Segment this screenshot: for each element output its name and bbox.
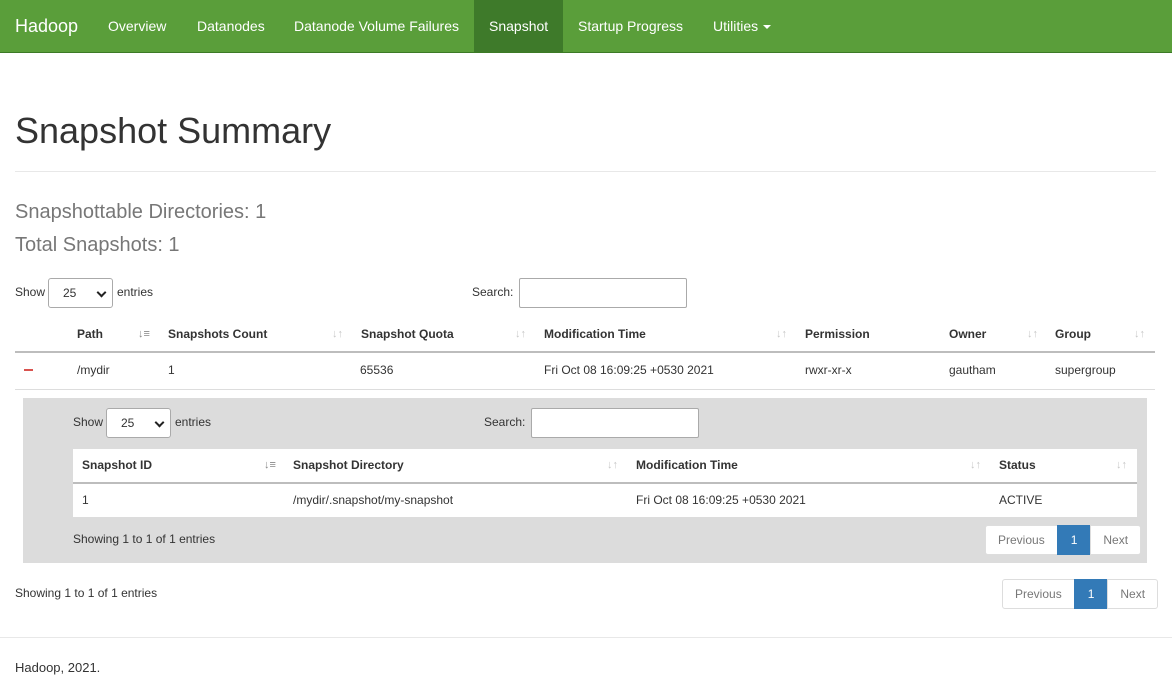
column-header-snapshots-count[interactable]: Snapshots Count: [168, 327, 267, 341]
cell-permission: rwxr-xr-x: [805, 363, 852, 377]
column-header-path[interactable]: Path: [77, 327, 103, 341]
top-navbar: Hadoop Overview Datanodes Datanode Volum…: [0, 0, 1172, 53]
title-divider: [15, 171, 1156, 172]
nav-datanode-volume-failures[interactable]: Datanode Volume Failures: [279, 0, 474, 52]
sort-icon[interactable]: ↓↑: [515, 327, 526, 341]
pagination: Previous 1 Next: [1002, 579, 1159, 609]
sort-ascending-icon[interactable]: ↓≡: [138, 327, 150, 341]
child-show-label: Show: [73, 415, 104, 429]
child-header-divider: [73, 482, 1137, 484]
child-page-size-value: 25: [121, 416, 135, 430]
next-button[interactable]: Next: [1107, 579, 1159, 609]
page-title: Snapshot Summary: [15, 110, 332, 151]
total-snapshots-count: Total Snapshots: 1: [15, 234, 180, 256]
nav-utilities-label: Utilities: [713, 18, 759, 34]
child-search-input[interactable]: [531, 408, 699, 438]
sort-icon[interactable]: ↓↑: [607, 458, 618, 472]
next-button[interactable]: Next: [1090, 525, 1142, 555]
entries-label: entries: [117, 285, 154, 299]
sort-icon[interactable]: ↓↑: [970, 458, 981, 472]
column-header-snapshot-quota[interactable]: Snapshot Quota: [361, 327, 454, 341]
cell-group: supergroup: [1055, 363, 1116, 377]
cell-snapshot-quota: 65536: [360, 363, 394, 377]
footer-divider: [0, 637, 1172, 638]
page-1-button[interactable]: 1: [1056, 525, 1092, 555]
column-header-child-modification-time[interactable]: Modification Time: [636, 458, 738, 472]
search-label: Search:: [472, 285, 514, 299]
child-pagination: Previous 1 Next: [985, 525, 1142, 555]
nav-datanodes[interactable]: Datanodes: [182, 0, 280, 52]
previous-button[interactable]: Previous: [1002, 579, 1075, 609]
page-size-value: 25: [63, 286, 77, 300]
cell-snapshot-directory: /mydir/.snapshot/my-snapshot: [293, 493, 454, 507]
previous-button[interactable]: Previous: [985, 525, 1058, 555]
column-header-modification-time[interactable]: Modification Time: [544, 327, 646, 341]
sort-icon[interactable]: ↓↑: [1116, 458, 1127, 472]
child-page-size-select[interactable]: 25: [106, 408, 171, 438]
column-header-snapshot-id[interactable]: Snapshot ID: [82, 458, 152, 472]
cell-child-modification-time: Fri Oct 08 16:09:25 +0530 2021: [636, 493, 806, 507]
sort-ascending-icon[interactable]: ↓≡: [264, 458, 276, 472]
cell-status: ACTIVE: [999, 493, 1043, 507]
column-header-status[interactable]: Status: [999, 458, 1036, 472]
cell-snapshot-id: 1: [82, 493, 89, 507]
nav-utilities[interactable]: Utilities: [698, 0, 786, 52]
chevron-down-icon: [96, 287, 107, 298]
child-entries-label: entries: [175, 415, 212, 429]
child-search-label: Search:: [484, 415, 526, 429]
snapshottable-directories-count: Snapshottable Directories: 1: [15, 201, 267, 223]
caret-down-icon: [763, 25, 772, 30]
nav-startup-progress[interactable]: Startup Progress: [563, 0, 698, 52]
cell-modification-time: Fri Oct 08 16:09:25 +0530 2021: [544, 363, 714, 377]
column-header-permission: Permission: [805, 327, 870, 341]
sort-icon[interactable]: ↓↑: [1134, 327, 1145, 341]
header-divider: [15, 351, 1155, 353]
brand-logo[interactable]: Hadoop: [15, 0, 78, 53]
child-table-info: Showing 1 to 1 of 1 entries: [73, 532, 216, 546]
cell-owner: gautham: [949, 363, 996, 377]
sort-icon[interactable]: ↓↑: [332, 327, 343, 341]
show-label: Show: [15, 285, 46, 299]
page-size-select[interactable]: 25: [48, 278, 113, 308]
column-header-snapshot-directory[interactable]: Snapshot Directory: [293, 458, 404, 472]
page-1-button[interactable]: 1: [1073, 579, 1109, 609]
cell-path: /mydir: [77, 363, 110, 377]
search-input[interactable]: [519, 278, 687, 308]
minus-icon[interactable]: [24, 369, 33, 371]
sort-icon[interactable]: ↓↑: [776, 327, 787, 341]
column-header-group[interactable]: Group: [1055, 327, 1091, 341]
table-info: Showing 1 to 1 of 1 entries: [15, 586, 158, 600]
row-divider: [15, 389, 1155, 390]
cell-snapshots-count: 1: [168, 363, 175, 377]
chevron-down-icon: [154, 417, 165, 428]
sort-icon[interactable]: ↓↑: [1027, 327, 1038, 341]
column-header-owner[interactable]: Owner: [949, 327, 986, 341]
footer-text: Hadoop, 2021.: [15, 660, 101, 675]
nav-overview[interactable]: Overview: [93, 0, 181, 52]
nav-snapshot[interactable]: Snapshot: [474, 0, 564, 52]
